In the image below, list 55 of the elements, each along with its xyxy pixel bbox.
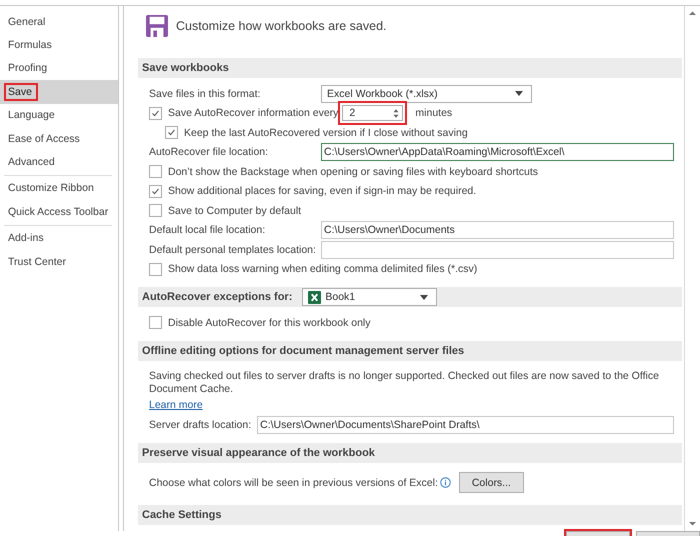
spreadsheet-icon xyxy=(308,290,322,304)
checkbox-label: Don’t show the Backstage when opening or saving files with keyboard shortcuts xyxy=(168,166,538,178)
unit-label: minutes xyxy=(415,107,452,120)
checkbox-label: Show data loss warning when editing comma delimited files (*.csv) xyxy=(168,263,478,276)
path-field[interactable]: C:\Users\Owner\Documents xyxy=(321,221,674,240)
sidebar-item[interactable]: Language xyxy=(0,104,118,127)
checkbox-label: Keep the last AutoRecovered version if I close without saving xyxy=(184,126,468,139)
sidebar-item[interactable]: Add-ins xyxy=(0,226,118,250)
field-label: Server drafts location: xyxy=(149,418,252,431)
checkbox[interactable] xyxy=(149,316,162,330)
field-label: AutoRecover file location: xyxy=(149,146,270,158)
caret-icon xyxy=(420,294,428,300)
sidebar-item[interactable]: Ease of Access xyxy=(0,126,118,150)
info-icon xyxy=(440,477,451,488)
checkmark-icon xyxy=(166,127,177,138)
sidebar-item[interactable]: Formulas xyxy=(0,33,118,57)
sidebar-item[interactable]: Advanced xyxy=(0,150,118,174)
checkbox-label: Save to Computer by default xyxy=(168,204,302,217)
sidebar-item[interactable]: Save xyxy=(0,80,118,104)
field-label: Default personal templates location: xyxy=(149,244,317,256)
field-label: Default local file location: xyxy=(149,224,266,236)
section-title: Save workbooks xyxy=(142,62,229,74)
checkbox-label: Save AutoRecover information every xyxy=(168,107,338,120)
checkbox[interactable] xyxy=(149,165,162,178)
learn-more-link[interactable]: Learn more xyxy=(149,399,203,412)
sidebar-item[interactable]: Customize Ribbon xyxy=(0,176,118,200)
checkbox[interactable] xyxy=(149,204,162,218)
workbook-dropdown[interactable]: Book1 xyxy=(302,288,438,306)
option-text: Choose what colors will be seen in previous versions of Excel: xyxy=(149,476,438,488)
path-field[interactable]: C:\Users\Owner\Documents\SharePoint Drafts\ xyxy=(257,416,674,434)
page-heading: Customize how workbooks are saved. xyxy=(176,19,387,33)
section-title: Preserve visual appearance of the workbook xyxy=(142,446,375,458)
section-title: Cache Settings xyxy=(142,508,222,520)
checkbox[interactable] xyxy=(149,106,162,120)
colors-button[interactable]: Colors... xyxy=(458,472,524,493)
dialog-button[interactable] xyxy=(566,530,630,536)
spinner-arrows-icon xyxy=(393,108,400,119)
checkbox-label: Disable AutoRecover for this workbook only xyxy=(168,316,371,329)
format-dropdown[interactable]: Excel Workbook (*.xlsx) xyxy=(321,84,532,103)
info-text: Saving checked out files to server drafts is no longer supported. Checked out files are now saved to the Office Document Cache. xyxy=(149,368,660,396)
sidebar-item[interactable]: Proofing xyxy=(0,56,118,80)
section-title: Offline editing options for document management server files xyxy=(142,344,464,356)
sidebar-item[interactable]: Trust Center xyxy=(0,250,118,274)
section-title: AutoRecover exceptions for: xyxy=(142,291,292,303)
path-field[interactable] xyxy=(321,240,674,259)
checkbox-label: Show additional places for saving, even if sign-in may be required. xyxy=(168,185,476,198)
field-label: Save files in this format: xyxy=(149,88,262,100)
sidebar-item[interactable]: Quick Access Toolbar xyxy=(0,200,118,224)
sidebar-item[interactable]: General xyxy=(0,10,118,34)
checkbox[interactable] xyxy=(149,184,162,198)
dialog-button[interactable] xyxy=(636,530,700,536)
checkbox[interactable] xyxy=(165,126,178,140)
caret-icon xyxy=(515,91,523,96)
path-field[interactable]: C:\Users\Owner\AppData\Roaming\Microsoft\Excel\ xyxy=(321,143,674,162)
checkbox[interactable] xyxy=(149,262,162,276)
